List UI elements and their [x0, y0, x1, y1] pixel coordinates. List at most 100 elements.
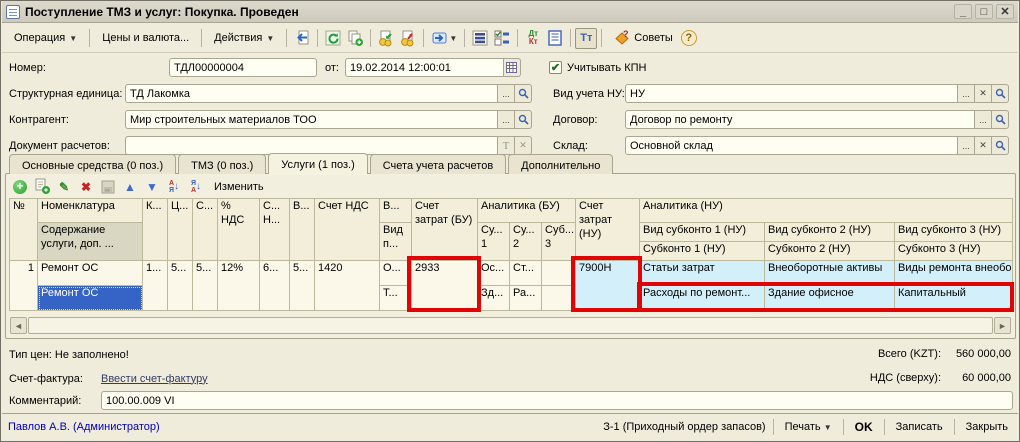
move-down-icon[interactable]: ▼: [142, 177, 162, 196]
settings-list-icon[interactable]: [491, 28, 513, 49]
delete-row-icon[interactable]: ✖: [76, 177, 96, 196]
edit-row-icon[interactable]: ✎: [54, 177, 74, 196]
ok-button[interactable]: OK: [851, 418, 877, 436]
dt-kt-icon[interactable]: ДтКт: [522, 28, 544, 49]
sort-ascending-icon[interactable]: АЯ↓: [164, 177, 184, 196]
cell-su2[interactable]: Ст...: [510, 261, 542, 286]
advice-button[interactable]: ? Советы: [606, 26, 680, 50]
tab-fixed-assets[interactable]: Основные средства (0 поз.): [9, 154, 176, 174]
close-button[interactable]: ✕: [996, 4, 1014, 19]
tab-settlement-accounts[interactable]: Счета учета расчетов: [370, 154, 506, 174]
ellipsis-button[interactable]: ...: [498, 110, 515, 129]
prices-currency-button[interactable]: Цены и валюта...: [94, 28, 197, 48]
svg-text:ок: ок: [105, 187, 110, 192]
fill-document-icon[interactable]: [375, 28, 397, 49]
copy-document-icon[interactable]: [344, 28, 366, 49]
cell-vat-pct[interactable]: 12%: [218, 261, 260, 311]
cell-num[interactable]: 1: [10, 261, 38, 311]
clear-button[interactable]: ✕: [975, 84, 992, 103]
open-button[interactable]: [992, 136, 1009, 155]
move-up-icon[interactable]: ▲: [120, 177, 140, 196]
chevron-down-icon: ▼: [266, 34, 274, 43]
calendar-button[interactable]: [504, 58, 521, 77]
report-journal-icon[interactable]: [544, 28, 566, 49]
print-form-button[interactable]: З-1 (Приходный ордер запасов): [603, 421, 765, 433]
cell-sub1[interactable]: Статьи затрат: [640, 261, 765, 286]
cell-sn[interactable]: 6...: [260, 261, 290, 311]
number-input[interactable]: [169, 58, 317, 77]
help-icon[interactable]: ?: [681, 30, 697, 46]
cell-su1-line2[interactable]: Зд...: [478, 286, 510, 311]
open-button[interactable]: [992, 110, 1009, 129]
cell-content-selected[interactable]: Ремонт ОС: [38, 286, 143, 311]
operation-menu-button[interactable]: Операция▼: [6, 28, 85, 48]
date-input[interactable]: [345, 58, 504, 77]
ellipsis-button[interactable]: ...: [958, 136, 975, 155]
cell-vid-p2[interactable]: Т...: [380, 286, 412, 311]
actions-menu-button[interactable]: Действия▼: [206, 28, 282, 48]
comment-input[interactable]: [101, 391, 1013, 410]
nu-account-type-input[interactable]: [625, 84, 958, 103]
document-structure-icon[interactable]: [469, 28, 491, 49]
end-edit-icon[interactable]: ок: [98, 177, 118, 196]
close-form-button[interactable]: Закрыть: [962, 419, 1012, 435]
cell-sub3[interactable]: Виды ремонта внеобо: [895, 261, 1013, 286]
cell-nomenclature[interactable]: Ремонт ОС: [38, 261, 143, 286]
text-format-icon[interactable]: Тт: [575, 28, 597, 49]
cell-su3-line2[interactable]: [542, 286, 576, 311]
counterparty-input[interactable]: [125, 110, 498, 129]
text-edit-button[interactable]: T: [498, 136, 515, 155]
tab-services[interactable]: Услуги (1 поз.): [268, 153, 367, 174]
scroll-right-icon[interactable]: ►: [994, 317, 1011, 334]
save-button[interactable]: Записать: [892, 419, 947, 435]
document-movements-icon[interactable]: ▼: [428, 28, 460, 49]
edit-cell-button[interactable]: Изменить: [208, 181, 270, 193]
clear-button[interactable]: ✕: [515, 136, 532, 155]
ellipsis-button[interactable]: ...: [975, 110, 992, 129]
cell-s[interactable]: 5...: [193, 261, 218, 311]
horizontal-scrollbar[interactable]: ◄ ►: [10, 317, 1011, 334]
cell-k[interactable]: 1...: [143, 261, 168, 311]
cell-sub3-value[interactable]: Капитальный: [895, 286, 1013, 311]
refill-document-icon[interactable]: [291, 28, 313, 49]
cell-c[interactable]: 5...: [168, 261, 193, 311]
title-bar: Поступление ТМЗ и услуг: Покупка. Провед…: [2, 1, 1018, 23]
cell-vat-account[interactable]: 1420: [315, 261, 380, 311]
scroll-left-icon[interactable]: ◄: [10, 317, 27, 334]
scrollbar-thumb[interactable]: [28, 317, 993, 334]
clear-button[interactable]: ✕: [975, 136, 992, 155]
cell-cost-nu[interactable]: 7900Н: [576, 261, 640, 311]
ellipsis-button[interactable]: ...: [958, 84, 975, 103]
cell-su2-line2[interactable]: Ра...: [510, 286, 542, 311]
minimize-button[interactable]: _: [954, 4, 972, 19]
cell-sub2-value[interactable]: Здание офисное: [765, 286, 895, 311]
tab-additional[interactable]: Дополнительно: [508, 154, 613, 174]
kpn-checkbox[interactable]: ✔ Учитывать КПН: [549, 61, 647, 74]
cell-sub1-value[interactable]: Расходы по ремонт...: [640, 286, 765, 311]
maximize-button[interactable]: □: [975, 4, 993, 19]
open-button[interactable]: [515, 84, 532, 103]
tab-tmz[interactable]: ТМЗ (0 поз.): [178, 154, 266, 174]
structural-unit-input[interactable]: [125, 84, 498, 103]
ellipsis-button[interactable]: ...: [498, 84, 515, 103]
print-button[interactable]: Печать ▼: [781, 419, 836, 435]
cell-v[interactable]: 5...: [290, 261, 315, 311]
cell-vid-p[interactable]: О...: [380, 261, 412, 286]
open-button[interactable]: [992, 84, 1009, 103]
refresh-icon[interactable]: [322, 28, 344, 49]
cell-su1[interactable]: Ос...: [478, 261, 510, 286]
warehouse-input[interactable]: [625, 136, 958, 155]
col-header-sub1: Субконто 1 (НУ): [640, 242, 765, 261]
open-button[interactable]: [515, 110, 532, 129]
cell-su3[interactable]: [542, 261, 576, 286]
enter-invoice-link[interactable]: Ввести счет-фактуру: [101, 373, 208, 385]
copy-row-icon[interactable]: [32, 177, 52, 196]
cell-sub2[interactable]: Внеоборотные активы: [765, 261, 895, 286]
toolbar-separator: [201, 29, 202, 47]
contract-input[interactable]: [625, 110, 975, 129]
toolbar-separator: [517, 29, 518, 47]
cell-cost-bu[interactable]: 2933: [412, 261, 478, 311]
sort-descending-icon[interactable]: ЯА↓: [186, 177, 206, 196]
clear-fill-icon[interactable]: [397, 28, 419, 49]
add-row-icon[interactable]: +: [10, 177, 30, 196]
